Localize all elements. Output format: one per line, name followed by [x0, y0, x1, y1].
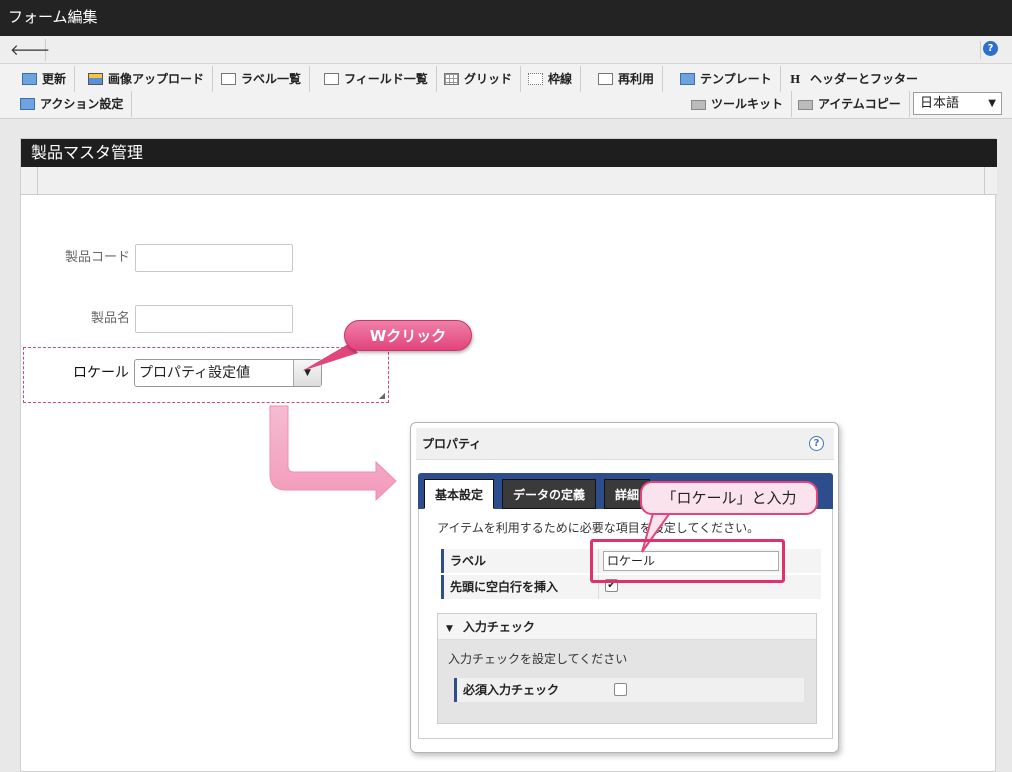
item-copy-button[interactable]: アイテムコピー: [790, 91, 910, 117]
property-dialog: プロパティ ? 基本設定 データの定義 詳細 アイテムを利用するために必要な項目…: [410, 422, 839, 753]
required-check-label: 必須入力チェック: [454, 678, 609, 702]
item-copy-label: アイテムコピー: [818, 97, 901, 111]
input-check-body: 入力チェックを設定してください 必須入力チェック: [438, 640, 816, 723]
action-icon: [20, 98, 35, 110]
blank-row-label: 先頭に空白行を挿入: [441, 575, 596, 599]
input-check-description: 入力チェックを設定してください: [448, 652, 628, 666]
document-icon: [598, 73, 613, 85]
product-code-label: 製品コード: [64, 250, 130, 265]
pink-arrow-icon: [269, 405, 397, 502]
toolbox-icon: [798, 100, 813, 110]
property-title: プロパティ ?: [416, 428, 834, 460]
label-input-highlight: [590, 539, 785, 583]
back-button[interactable]: 🡐: [10, 39, 50, 61]
border-button[interactable]: 枠線: [520, 66, 582, 92]
product-name-label: 製品名: [90, 311, 130, 326]
grid-label: グリッド: [464, 72, 513, 86]
header-footer-button[interactable]: H ヘッダーとフッター: [782, 66, 926, 92]
border-label: 枠線: [548, 72, 573, 86]
image-upload-button[interactable]: 画像アップロード: [80, 66, 214, 92]
locale-label: ロケール: [73, 365, 129, 381]
update-label: 更新: [42, 72, 67, 86]
field-list-label: フィールド一覧: [344, 72, 428, 86]
list-icon: [221, 73, 236, 85]
toolbar: 更新 画像アップロード ラベル一覧 フィールド一覧 グリッド 枠線 再利用 テン…: [0, 64, 1012, 119]
input-check-section: ▼ 入力チェック 入力チェックを設定してください 必須入力チェック: [437, 613, 817, 724]
label-row-label: ラベル: [441, 549, 596, 573]
reuse-label: 再利用: [618, 72, 655, 86]
toolbox-icon: [691, 100, 706, 110]
product-code-input[interactable]: [135, 244, 293, 272]
image-icon: [88, 73, 103, 85]
template-label: テンプレート: [700, 72, 772, 86]
resize-grip-icon[interactable]: ◢: [379, 391, 385, 400]
nav-bar: 🡐 ?: [0, 36, 1012, 64]
tab-data-definition[interactable]: データの定義: [502, 479, 597, 509]
input-check-header[interactable]: ▼ 入力チェック: [438, 614, 816, 640]
help-button[interactable]: ?: [980, 41, 1000, 59]
locale-select[interactable]: プロパティ設定値 ▼: [134, 359, 322, 387]
language-select[interactable]: 日本語 ▼: [913, 92, 1002, 115]
header-icon: H: [790, 73, 801, 86]
help-icon: ?: [983, 41, 998, 56]
required-check-checkbox[interactable]: [614, 683, 627, 696]
label-list-button[interactable]: ラベル一覧: [213, 66, 311, 92]
grid-icon: [444, 73, 459, 85]
image-upload-label: 画像アップロード: [108, 72, 205, 86]
form-title: 製品マスタ管理: [21, 139, 997, 167]
double-click-annotation: Wクリック: [344, 320, 472, 351]
action-settings-label: アクション設定: [40, 97, 124, 111]
required-check-row: 必須入力チェック: [454, 678, 804, 702]
template-icon: [680, 73, 695, 85]
language-value: 日本語: [920, 96, 960, 111]
locale-select-value: プロパティ設定値: [139, 365, 251, 381]
toolkit-button[interactable]: ツールキット: [683, 91, 793, 117]
triangle-down-icon: ▼: [446, 624, 453, 634]
template-button[interactable]: テンプレート: [672, 66, 781, 92]
toolkit-label: ツールキット: [711, 97, 784, 111]
help-icon[interactable]: ?: [809, 436, 824, 451]
property-title-text: プロパティ: [422, 437, 482, 451]
list-icon: [324, 73, 339, 85]
grid-button[interactable]: グリッド: [436, 66, 522, 92]
arrow-left-icon: 🡐: [10, 41, 51, 59]
header-footer-label: ヘッダーとフッター: [810, 72, 919, 86]
form-subbar: [21, 167, 997, 195]
reuse-button[interactable]: 再利用: [590, 66, 664, 92]
window-title: フォーム編集: [0, 0, 1012, 36]
refresh-icon: [22, 73, 37, 85]
update-button[interactable]: 更新: [14, 66, 76, 92]
enter-locale-annotation: 「ロケール」と入力: [640, 481, 818, 515]
product-name-input[interactable]: [135, 305, 293, 333]
border-icon: [528, 73, 543, 85]
action-settings-button[interactable]: アクション設定: [12, 91, 133, 117]
tab-basic-settings[interactable]: 基本設定: [424, 479, 495, 509]
input-check-title: 入力チェック: [462, 620, 535, 634]
field-list-button[interactable]: フィールド一覧: [316, 66, 437, 92]
label-list-label: ラベル一覧: [241, 72, 302, 86]
property-description: アイテムを利用するために必要な項目を設定してください。: [437, 521, 760, 535]
chevron-down-icon: ▼: [988, 98, 996, 109]
